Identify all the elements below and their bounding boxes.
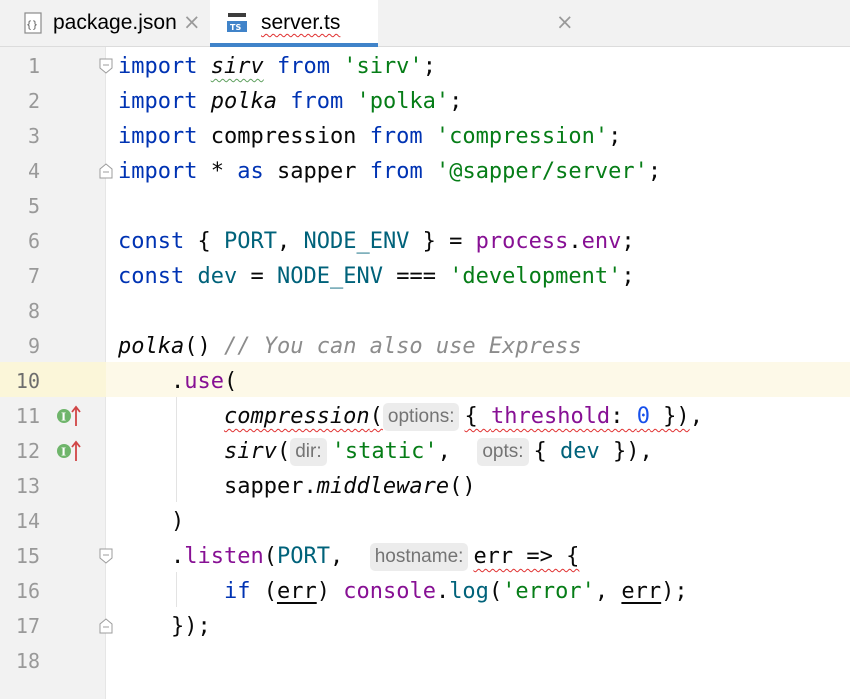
close-icon[interactable]: ×	[183, 10, 201, 34]
tab-package-json[interactable]: {} package.json ×	[0, 0, 207, 46]
code-line-12: sirv(dir:'static', opts:{ dev }),	[223, 438, 653, 466]
implements-method-icon[interactable]: I	[55, 404, 83, 428]
line-number: 4	[27, 159, 40, 183]
svg-text:TS: TS	[230, 23, 241, 32]
line-number: 8	[27, 299, 40, 323]
editor-tab-bar: {} package.json × TS server.ts ×	[0, 0, 850, 47]
line-number: 11	[15, 404, 40, 428]
line-number: 18	[15, 649, 40, 673]
code-line-17: });	[170, 614, 211, 639]
line-number: 6	[27, 229, 40, 253]
line-number: 13	[15, 474, 40, 498]
line-number: 7	[27, 264, 40, 288]
svg-text:I: I	[61, 446, 66, 459]
tab-label: server.ts	[261, 11, 341, 34]
line-number: 1	[27, 54, 40, 78]
line-number-gutter[interactable]: 1 2 3 4 5 6 7 8 9 10 11 12 13 14 15 16 1…	[0, 47, 113, 699]
code-line-16: if (err) console.log('error', err);	[223, 579, 688, 604]
implements-method-icon[interactable]: I	[55, 439, 83, 463]
code-line-10: .use(	[170, 369, 238, 394]
line-number: 10	[15, 369, 40, 393]
code-line-3: import compression from 'compression';	[118, 124, 622, 149]
line-number: 5	[27, 194, 40, 218]
parameter-hint: hostname:	[369, 543, 469, 571]
code-line-4: import * as sapper from '@sapper/server'…	[118, 159, 662, 184]
code-line-14: )	[170, 509, 185, 534]
line-number: 12	[15, 439, 40, 463]
tab-label: package.json	[53, 11, 177, 34]
code-line-1: import sirv from 'sirv';	[118, 54, 436, 79]
line-number: 9	[27, 334, 40, 358]
line-number: 3	[27, 124, 40, 148]
line-number: 17	[15, 614, 40, 638]
code-line-9: polka() // You can also use Express	[118, 334, 582, 359]
svg-text:{}: {}	[26, 20, 38, 31]
svg-text:I: I	[61, 411, 66, 424]
close-icon[interactable]: ×	[556, 10, 574, 34]
code-line-6: const { PORT, NODE_ENV } = process.env;	[118, 229, 635, 254]
line-number: 16	[15, 579, 40, 603]
typescript-file-icon: TS	[227, 13, 247, 32]
json-file-icon: {}	[24, 12, 42, 34]
code-line-13: sapper.middleware()	[223, 474, 476, 499]
code-editor[interactable]: import sirv from 'sirv'; import polka fr…	[106, 47, 850, 699]
tab-server-ts[interactable]: TS server.ts ×	[210, 0, 574, 47]
parameter-hint: options:	[382, 403, 460, 431]
line-number: 2	[27, 89, 40, 113]
code-line-15: .listen(PORT, hostname: err => {	[170, 543, 580, 571]
line-number: 15	[15, 544, 40, 568]
code-line-2: import polka from 'polka';	[118, 89, 463, 114]
code-line-7: const dev = NODE_ENV === 'development';	[118, 264, 635, 289]
parameter-hint: dir:	[290, 438, 327, 466]
parameter-hint: opts:	[477, 438, 529, 466]
line-number: 14	[15, 509, 40, 533]
code-line-11: compression(options:{ threshold: 0 }),	[223, 403, 703, 431]
